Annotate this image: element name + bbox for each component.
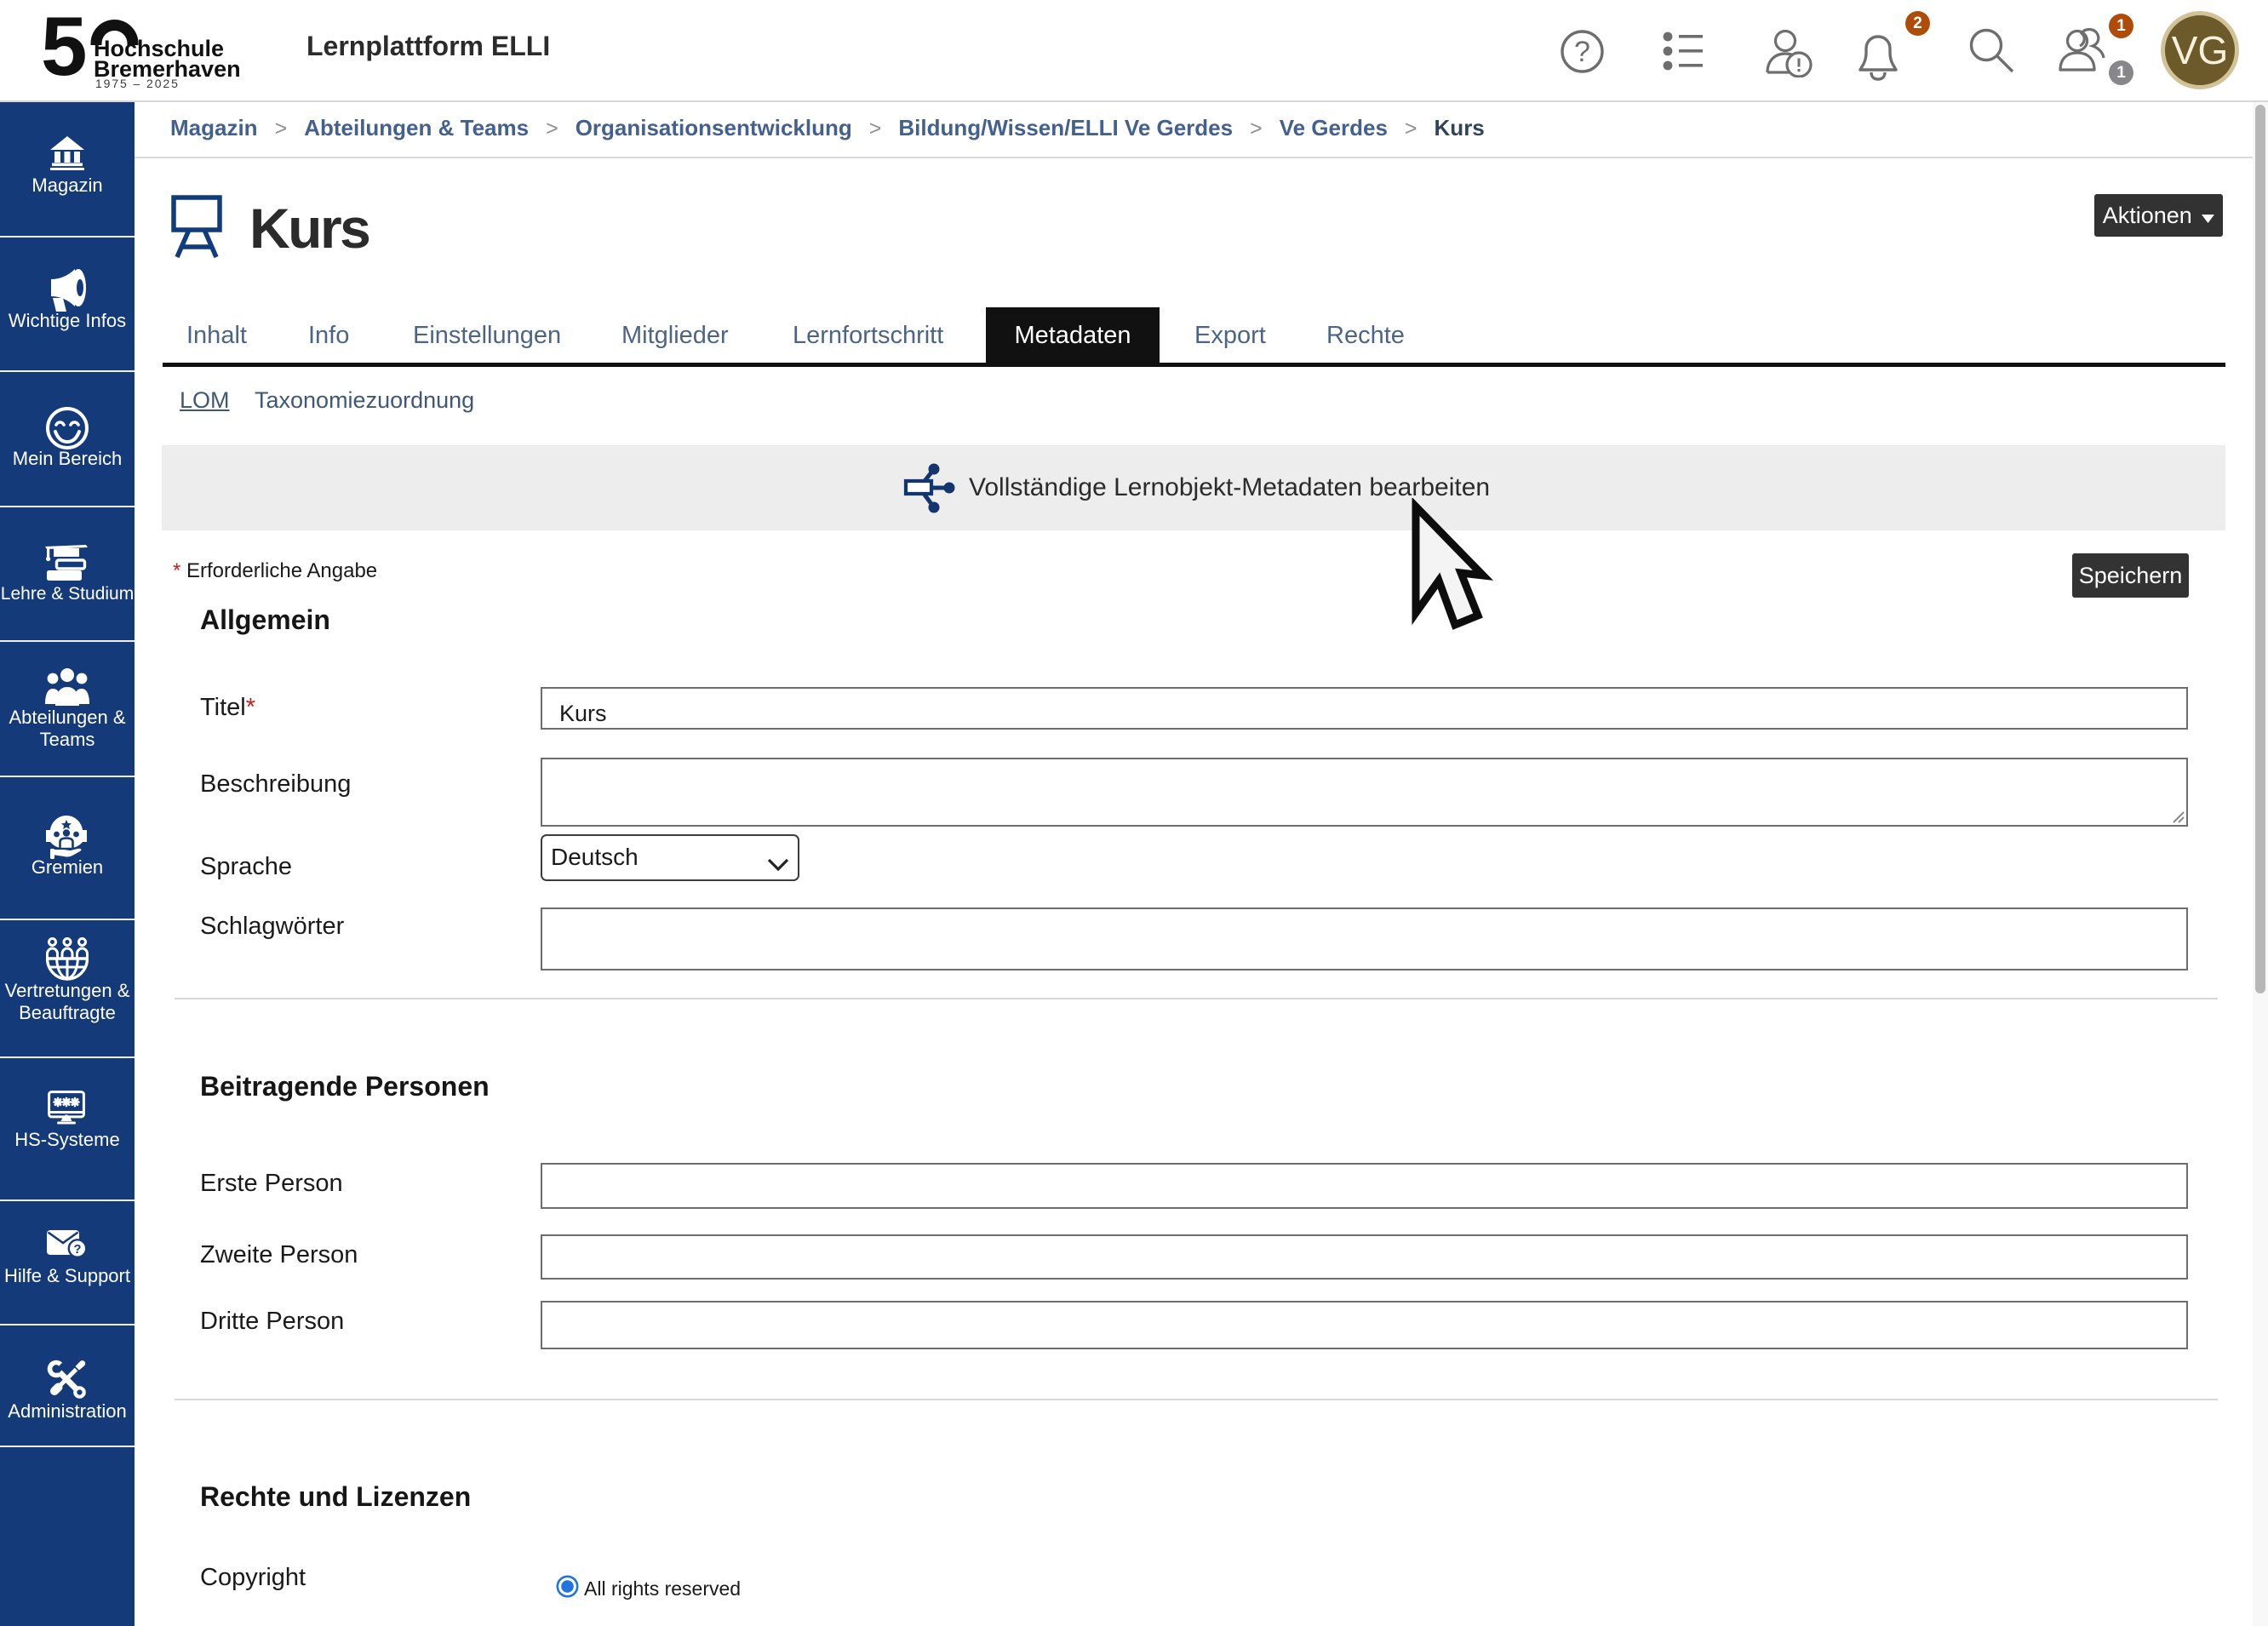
svg-text:5: 5 — [41, 9, 88, 93]
svg-text:1975 – 2025: 1975 – 2025 — [95, 77, 180, 90]
svg-text:?: ? — [1574, 36, 1590, 68]
svg-text:?: ? — [73, 1242, 81, 1257]
